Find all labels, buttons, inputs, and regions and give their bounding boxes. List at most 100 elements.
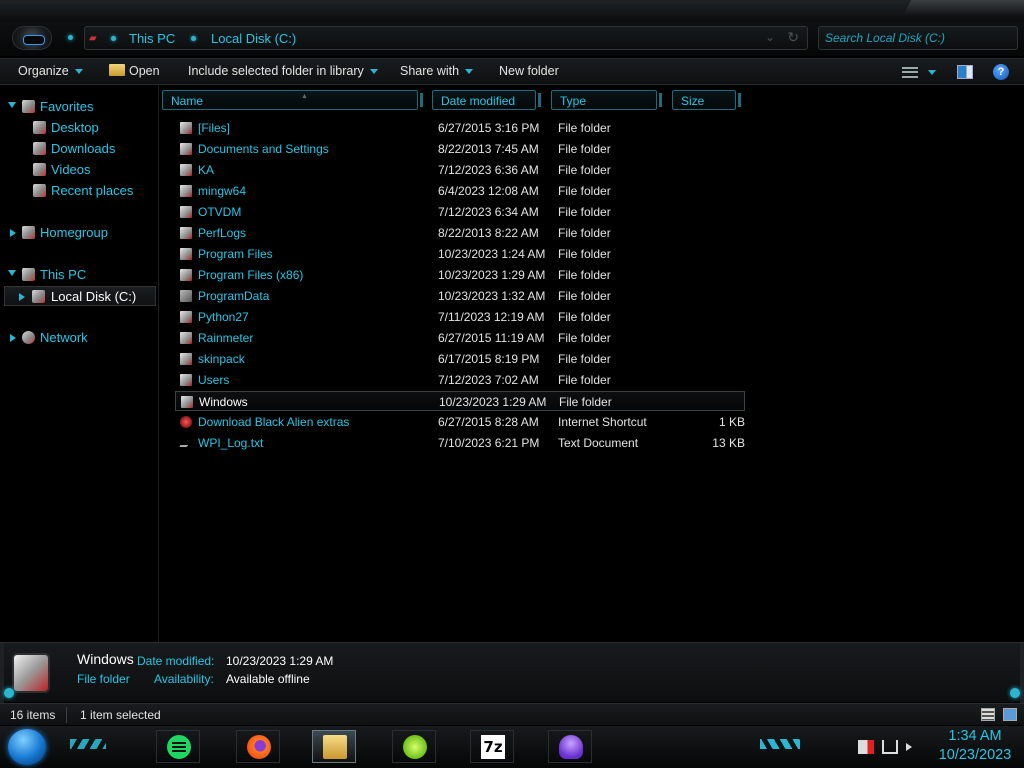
expand-arrow-icon[interactable] [10, 334, 16, 342]
file-name: WPI_Log.txt [198, 436, 264, 450]
action-center-flag-icon[interactable] [858, 740, 874, 754]
file-size: 1 KB [718, 415, 745, 429]
taskbar-lime-app[interactable] [392, 730, 436, 763]
file-date: 10/23/2023 1:29 AM [438, 268, 546, 282]
table-row[interactable]: PerfLogs 8/22/2013 8:22 AM File folder [175, 223, 745, 243]
search-box[interactable] [818, 26, 1018, 50]
taskbar-spotify[interactable] [156, 730, 200, 763]
clock-time: 1:34 AM [948, 728, 1002, 744]
column-header-size[interactable]: Size [672, 90, 741, 110]
table-row[interactable]: KA 7/12/2023 6:36 AM File folder [175, 160, 745, 180]
table-row[interactable]: Rainmeter 6/27/2015 11:19 AM File folder [175, 328, 745, 348]
file-type: File folder [558, 268, 611, 282]
share-label: Share with [400, 64, 460, 78]
taskbar-7zip[interactable]: 7z [470, 730, 514, 763]
table-row[interactable]: Download Black Alien extras 6/27/2015 8:2… [175, 412, 745, 432]
address-dropdown-icon[interactable]: ⌄ [765, 30, 775, 44]
file-name: ProgramData [198, 289, 270, 303]
file-name: Program Files [198, 247, 273, 261]
nav-homegroup[interactable]: Homegroup [0, 223, 159, 243]
table-row[interactable]: skinpack 6/17/2015 8:19 PM File folder [175, 349, 745, 369]
file-type: File folder [558, 184, 611, 198]
nav-network-label: Network [40, 330, 88, 345]
taskbar-firefox[interactable] [236, 730, 280, 763]
window-controls[interactable] [904, 0, 1024, 14]
organize-button[interactable]: Organize [18, 64, 83, 82]
folder-icon [180, 290, 192, 302]
table-row[interactable]: [Files] 6/27/2015 3:16 PM File folder [175, 118, 745, 138]
file-name: OTVDM [198, 205, 242, 219]
nav-favorites[interactable]: Favorites [0, 97, 159, 117]
table-row[interactable]: ProgramData 10/23/2023 1:32 AM File folder [175, 286, 745, 306]
nav-network[interactable]: Network [0, 328, 159, 348]
file-date: 6/27/2015 11:19 AM [438, 331, 545, 345]
downloads-icon [33, 142, 46, 155]
taskbar-clock[interactable]: 1:34 AM 10/23/2023 [930, 727, 1020, 765]
view-options-dropdown-icon[interactable] [928, 70, 936, 75]
network-tray-icon[interactable] [882, 740, 898, 754]
back-forward-button[interactable] [12, 26, 52, 50]
breadcrumb-separator[interactable] [111, 36, 116, 41]
taskbar-bonzi[interactable] [548, 730, 592, 763]
details-view-icon[interactable] [981, 708, 995, 721]
chevron-down-icon [369, 69, 378, 75]
expand-arrow-icon[interactable] [10, 229, 16, 237]
table-row[interactable]: Windows 10/23/2023 1:29 AM File folder [175, 391, 745, 411]
include-label: Include selected folder in library [188, 64, 364, 78]
star-icon [22, 100, 35, 113]
nav-local-disk[interactable]: Local Disk (C:) [4, 286, 156, 306]
details-date-value: 10/23/2023 1:29 AM [226, 654, 334, 668]
table-row[interactable]: OTVDM 7/12/2023 6:34 AM File folder [175, 202, 745, 222]
column-size-label: Size [681, 94, 705, 108]
nav-recent-places[interactable]: Recent places [0, 181, 159, 201]
file-date: 7/12/2023 6:36 AM [438, 163, 539, 177]
folder-open-icon [109, 64, 125, 76]
table-row[interactable]: Documents and Settings 8/22/2013 7:45 AM F… [175, 139, 745, 159]
table-row[interactable]: mingw64 6/4/2023 12:08 AM File folder [175, 181, 745, 201]
start-button[interactable] [8, 729, 46, 765]
column-header-type[interactable]: Type [551, 90, 662, 110]
nav-downloads[interactable]: Downloads [0, 139, 159, 159]
recent-locations-button[interactable] [68, 35, 73, 40]
new-folder-button[interactable]: New folder [499, 64, 559, 82]
column-header-name[interactable]: Name ▲ [162, 90, 423, 110]
breadcrumb-separator[interactable] [191, 36, 196, 41]
expand-arrow-icon[interactable] [19, 293, 25, 301]
search-input[interactable] [825, 30, 1011, 46]
file-name: PerfLogs [198, 226, 247, 240]
selection-count: 1 item selected [80, 708, 161, 722]
nav-this-pc[interactable]: This PC [0, 265, 159, 285]
expand-arrow-icon[interactable] [8, 270, 16, 276]
table-row[interactable]: Program Files 10/23/2023 1:24 AM File fold… [175, 244, 745, 264]
table-row[interactable]: Program Files (x86) 10/23/2023 1:29 AM Fil… [175, 265, 745, 285]
expand-arrow-icon[interactable] [8, 102, 16, 108]
file-name: mingw64 [198, 184, 247, 198]
table-row[interactable]: Users 7/12/2023 7:02 AM File folder [175, 370, 745, 390]
change-view-icon[interactable] [902, 67, 918, 78]
address-bar[interactable]: ▰ This PC Local Disk (C:) ⌄ ↻ [84, 26, 808, 50]
refresh-icon[interactable]: ↻ [787, 29, 799, 46]
file-date: 7/12/2023 7:02 AM [438, 373, 539, 387]
table-row[interactable]: WPI_Log.txt 7/10/2023 6:21 PM Text Documen… [175, 433, 745, 453]
file-name: KA [198, 163, 215, 177]
folder-icon [181, 396, 193, 408]
share-with-button[interactable]: Share with [400, 64, 474, 82]
breadcrumb-local-disk[interactable]: Local Disk (C:) [211, 31, 296, 46]
preview-pane-icon[interactable] [957, 65, 973, 79]
column-header-date[interactable]: Date modified [432, 90, 541, 110]
file-type: File folder [558, 289, 611, 303]
column-date-label: Date modified [441, 94, 516, 108]
taskbar-file-explorer[interactable] [312, 730, 356, 763]
lime-app-icon [403, 735, 427, 759]
file-explorer-icon [323, 735, 347, 759]
large-icons-view-icon[interactable] [1003, 708, 1017, 721]
nav-videos[interactable]: Videos [0, 160, 159, 180]
help-icon[interactable]: ? [993, 64, 1009, 80]
include-in-library-button[interactable]: Include selected folder in library [188, 64, 378, 82]
explorer-window: ▰ This PC Local Disk (C:) ⌄ ↻ Organize O… [0, 0, 1024, 768]
open-button[interactable]: Open [109, 64, 160, 82]
nav-desktop[interactable]: Desktop [0, 118, 159, 138]
table-row[interactable]: Python27 7/11/2023 12:19 AM File folder [175, 307, 745, 327]
breadcrumb-this-pc[interactable]: This PC [129, 31, 175, 46]
volume-icon[interactable] [906, 743, 912, 751]
